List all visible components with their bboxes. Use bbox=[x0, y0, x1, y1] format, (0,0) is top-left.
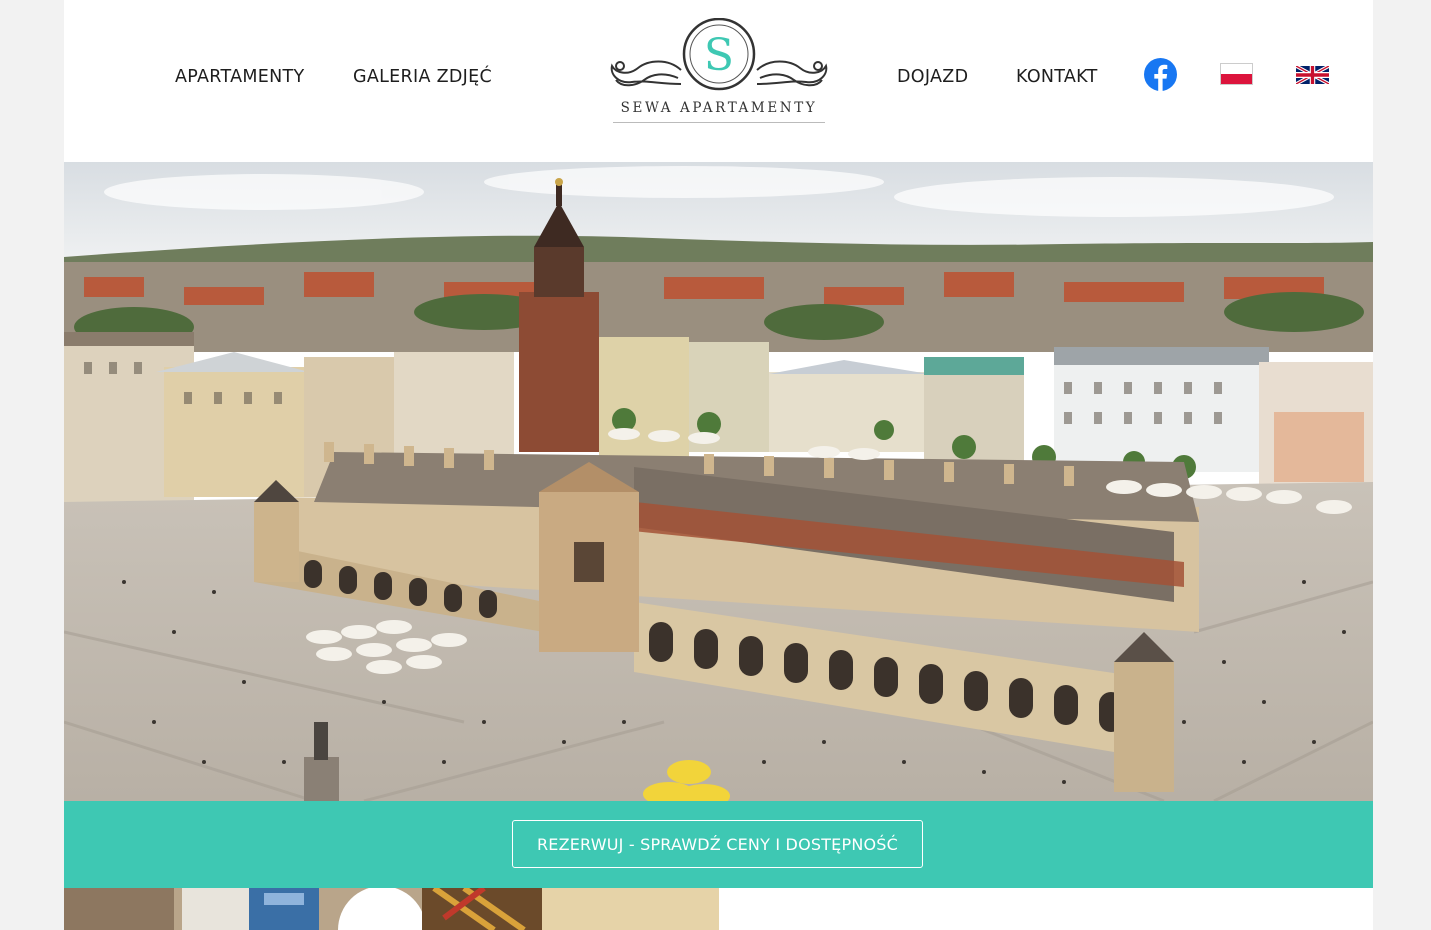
page: APARTAMENTY GALERIA ZDJĘĆ S SEWA APARTAM… bbox=[64, 0, 1373, 930]
nav-kontakt[interactable]: KONTAKT bbox=[1016, 67, 1098, 87]
apartment-photo bbox=[64, 888, 719, 930]
apartment-photo-illustration bbox=[64, 888, 719, 930]
logo-underline bbox=[613, 122, 825, 123]
site-logo[interactable]: S SEWA APARTAMENTY bbox=[608, 17, 830, 130]
logo-letter: S bbox=[704, 30, 734, 81]
flag-pl-icon[interactable] bbox=[1220, 63, 1253, 85]
nav-dojazd[interactable]: DOJAZD bbox=[897, 67, 968, 87]
logo-text: SEWA APARTAMENTY bbox=[620, 100, 818, 116]
logo-emblem: S bbox=[610, 17, 828, 91]
site-header: APARTAMENTY GALERIA ZDJĘĆ S SEWA APARTAM… bbox=[64, 0, 1373, 158]
facebook-icon[interactable] bbox=[1144, 58, 1177, 91]
hero-photo-krakow-main-square bbox=[64, 162, 1373, 801]
booking-button[interactable]: REZERWUJ - SPRAWDŹ CENY I DOSTĘPNOŚĆ bbox=[512, 820, 923, 868]
nav-apartamenty[interactable]: APARTAMENTY bbox=[175, 67, 305, 87]
nav-galeria-zdjec[interactable]: GALERIA ZDJĘĆ bbox=[353, 67, 492, 87]
booking-bar: REZERWUJ - SPRAWDŹ CENY I DOSTĘPNOŚĆ bbox=[64, 801, 1373, 888]
flag-gb-icon[interactable] bbox=[1296, 66, 1329, 84]
hero-illustration bbox=[64, 162, 1373, 801]
